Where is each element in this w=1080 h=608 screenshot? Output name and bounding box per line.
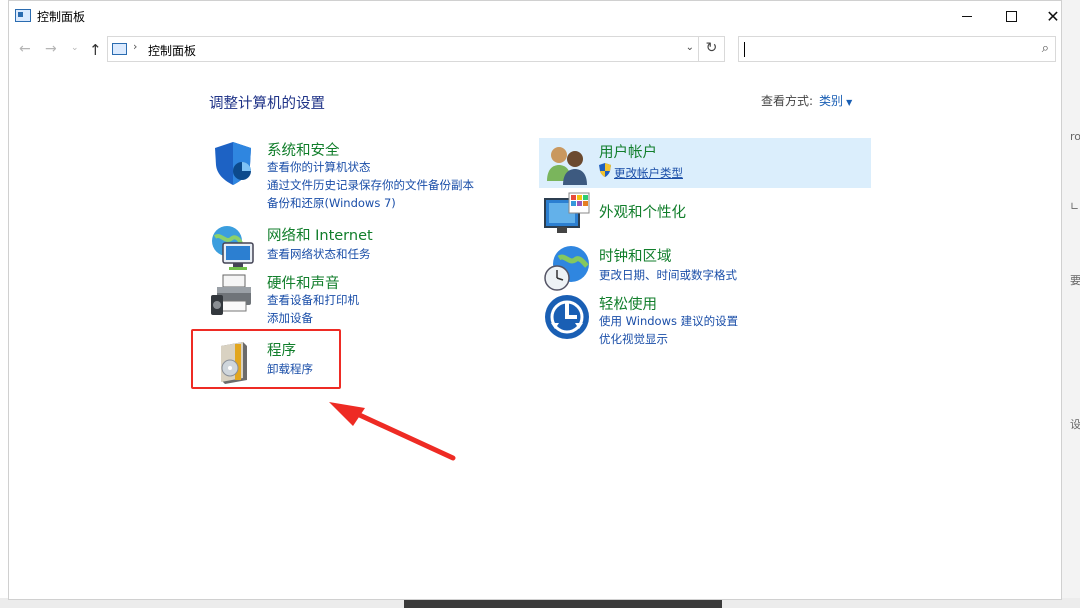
category-link[interactable]: 查看网络状态和任务 [267, 246, 371, 262]
shield-icon[interactable] [209, 139, 257, 187]
category-link[interactable]: 更改日期、时间或数字格式 [599, 267, 737, 283]
minimize-button[interactable] [945, 1, 989, 31]
address-bar[interactable]: › 控制面板 ⌄ ↻ [107, 36, 725, 62]
dropdown-arrow-icon[interactable]: ▼ [846, 98, 852, 107]
category-title[interactable]: 用户帐户 [599, 141, 657, 162]
category-link[interactable]: 查看设备和打印机 [267, 292, 359, 308]
category-link[interactable]: 添加设备 [267, 310, 313, 326]
category-title[interactable]: 硬件和声音 [267, 272, 340, 293]
category-title[interactable]: 时钟和区域 [599, 245, 672, 266]
category-title[interactable]: 外观和个性化 [599, 201, 686, 222]
address-dropdown-chevron-icon[interactable]: ⌄ [686, 42, 694, 53]
annotation-highlight-box [191, 329, 341, 389]
search-icon[interactable]: ⌕ [1042, 41, 1049, 56]
title-bar[interactable]: 控制面板 ✕ [9, 1, 1061, 31]
recent-locations-chevron-icon[interactable]: ⌄ [71, 43, 79, 53]
desktop-edge-text: 设 [1070, 418, 1080, 431]
ease-of-access-icon[interactable] [543, 293, 591, 341]
desktop-edge-text: 要 [1070, 274, 1080, 287]
annotation-arrow-icon [329, 402, 456, 461]
window-title: 控制面板 [37, 10, 86, 24]
control-panel-window: 控制面板 ✕ ← → ⌄ ↑ › 控制面板 ⌄ ↻ ⌕ 调整计算机的设置 查看方… [8, 0, 1062, 600]
category-link[interactable]: 备份和还原(Windows 7) [267, 195, 396, 211]
search-box[interactable]: ⌕ [738, 36, 1056, 62]
up-arrow-icon[interactable]: ↑ [89, 41, 102, 59]
breadcrumb-chevron-icon[interactable]: › [133, 40, 137, 53]
breadcrumb-control-panel[interactable]: 控制面板 [148, 42, 196, 59]
desktop-edge-text: ∟ [1070, 200, 1080, 213]
desktop-edge-text: ro [1070, 130, 1080, 143]
view-by-dropdown[interactable]: 类别 [819, 94, 843, 108]
category-link[interactable]: 更改帐户类型 [614, 165, 683, 181]
category-link[interactable]: 优化视觉显示 [599, 331, 668, 347]
close-button[interactable]: ✕ [1031, 1, 1075, 31]
control-panel-icon [112, 43, 127, 55]
view-by-control: 查看方式: 类别 ▼ [761, 92, 852, 109]
users-icon[interactable] [543, 141, 591, 189]
category-title[interactable]: 轻松使用 [599, 293, 657, 314]
taskbar-fragment [404, 600, 722, 608]
category-link[interactable]: 使用 Windows 建议的设置 [599, 313, 738, 329]
navigation-bar: ← → ⌄ ↑ › 控制面板 ⌄ ↻ ⌕ [9, 32, 1061, 68]
category-title[interactable]: 网络和 Internet [267, 224, 373, 245]
view-by-label: 查看方式: [761, 94, 814, 108]
category-title[interactable]: 系统和安全 [267, 139, 340, 160]
category-link[interactable]: 通过文件历史记录保存你的文件备份副本 [267, 177, 474, 193]
back-arrow-icon[interactable]: ← [19, 41, 31, 57]
printer-speaker-icon[interactable] [209, 271, 257, 319]
category-link[interactable]: 查看你的计算机状态 [267, 159, 371, 175]
control-panel-icon [15, 9, 31, 22]
network-globe-icon[interactable] [209, 223, 257, 271]
forward-arrow-icon[interactable]: → [45, 41, 57, 57]
display-palette-icon[interactable] [543, 191, 591, 239]
page-heading: 调整计算机的设置 [209, 96, 325, 112]
maximize-button[interactable] [989, 1, 1033, 31]
refresh-icon: ↻ [705, 40, 718, 56]
refresh-button[interactable]: ↻ [698, 36, 724, 62]
uac-shield-icon [599, 163, 611, 177]
desktop-edge-right: ro ∟ 要 设 [1062, 0, 1080, 608]
clock-globe-icon[interactable] [543, 244, 591, 292]
text-caret [744, 42, 745, 57]
